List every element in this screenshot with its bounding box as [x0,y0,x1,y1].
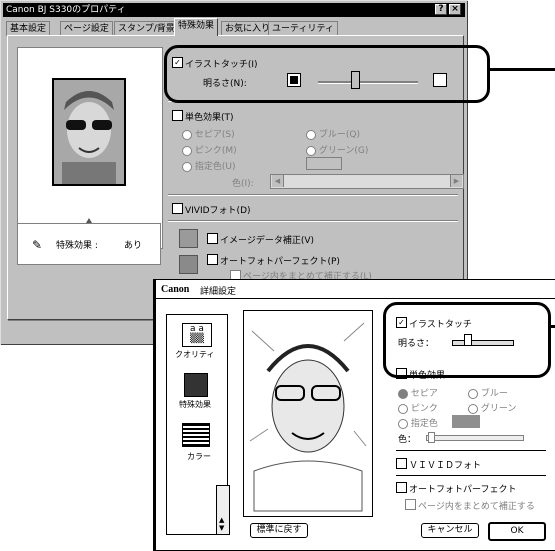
image-data-checkbox[interactable] [207,233,218,244]
vivid-checkbox[interactable] [172,203,183,214]
tab-effects[interactable]: 特殊効果 [174,18,219,36]
dialog-preview [243,310,373,517]
window-title: Canon BJ S330のプロパティ [6,5,126,15]
dlg-custom-swatch[interactable] [452,415,480,428]
callout-line-top [487,68,555,71]
image-correction-icon [179,229,198,248]
scroll-up-icon[interactable]: ▲ [219,516,224,524]
tab-basic[interactable]: 基本設定 [6,21,51,36]
radio-custom[interactable]: 指定色(U) [182,159,236,172]
dlg-radio-green[interactable]: グリーン [468,401,516,414]
tab-page[interactable]: ページ設定 [60,21,113,36]
custom-color-swatch[interactable] [306,157,342,170]
radio-icon [182,161,192,172]
radio-pink[interactable]: ピンク(M) [182,143,237,156]
vivid-label: VIVIDフォト(D) [185,206,251,216]
scroll-right-icon[interactable]: ▶ [450,175,462,187]
tab-favorites[interactable]: お気に入り [221,21,275,36]
dlg-color-label: 色： [398,435,417,445]
radio-green[interactable]: グリーン(G) [306,143,368,156]
radio-icon [468,403,478,414]
sidebar-item-effects[interactable]: 特殊効果 [179,399,211,410]
cancel-button[interactable]: キャンセル [421,523,479,538]
quality-icon[interactable]: a a ▒▒ [182,323,212,347]
scroll-down-icon[interactable]: ▼ [219,524,224,532]
dlg-separator [396,450,546,451]
dlg-radio-custom-label: 指定色 [410,419,438,429]
radio-pink-label: ピンク(M) [194,146,237,156]
sketch-photo-image [248,315,368,512]
dlg-radio-pink-label: ピンク [410,404,438,414]
dlg-page-correct-checkbox[interactable] [405,499,416,510]
canon-logo: Canon [161,284,190,295]
dlg-radio-pink[interactable]: ピンク [398,401,438,414]
info-value: あり [124,241,143,251]
auto-photo-icon [179,255,198,274]
radio-icon [182,129,192,140]
dlg-radio-custom[interactable]: 指定色 [398,416,438,429]
auto-photo-checkbox[interactable] [207,254,218,265]
preview-photo [52,78,126,186]
radio-icon [398,418,408,429]
dlg-vivid-label: ＶＩＶＩＤフォト [409,461,482,471]
help-button[interactable]: ? [435,4,447,15]
dlg-radio-blue-label: ブルー [480,389,508,399]
dlg-auto-photo-checkbox[interactable] [396,482,407,493]
callout-frame-bottom [383,302,551,378]
auto-photo-label: オートフォトパーフェクト(P) [220,257,340,267]
mono-effect-checkbox[interactable] [172,110,183,121]
close-button[interactable]: × [449,4,461,15]
radio-blue[interactable]: ブルー(Q) [306,127,360,140]
info-label: 特殊効果 : [56,241,98,251]
dlg-radio-sepia[interactable]: セピア [398,386,438,399]
dlg-radio-blue[interactable]: ブルー [468,386,508,399]
color-icon[interactable] [182,423,210,447]
color-label: 色(I): [232,179,254,189]
dlg-page-correct-label: ページ内をまとめて補正する [418,502,535,512]
radio-sepia-label: セピア(S) [194,130,235,140]
dlg-auto-photo-label: オートフォトパーフェクト [409,485,517,495]
sidebar-item-color[interactable]: カラー [187,451,211,462]
mono-effect-label: 単色効果(T) [185,113,234,123]
radio-icon [468,388,478,399]
print-preview [17,47,163,249]
tab-utility[interactable]: ユーティリティ [268,21,338,36]
radio-sepia[interactable]: セピア(S) [182,127,235,140]
ok-button[interactable]: OK [488,522,546,541]
scroll-left-icon[interactable]: ◀ [272,175,284,187]
separator [168,220,458,222]
radio-green-label: グリーン(G) [318,146,369,156]
dlg-vivid-checkbox[interactable] [396,458,407,469]
radio-icon [306,129,316,140]
dlg-radio-green-label: グリーン [480,404,517,414]
callout-line-bottom [548,325,555,328]
sidebar-item-quality[interactable]: クオリティ [175,349,215,360]
info-box: ✎ 特殊効果 : あり [17,223,161,265]
effects-icon[interactable] [184,373,208,397]
radio-selected-icon [398,388,408,399]
tab-stamp[interactable]: スタンプ/背景 [114,21,179,36]
radio-icon [398,403,408,414]
dlg-separator [396,475,546,476]
sidebar-scrollbar[interactable]: ▲ ▼ [216,485,230,535]
separator [168,194,458,196]
brush-icon: ✎ [32,238,43,252]
radio-custom-label: 指定色(U) [194,162,236,172]
callout-frame-top [164,45,490,103]
reset-button[interactable]: 標準に戻す [250,523,308,538]
dlg-color-thumb[interactable] [428,432,435,443]
color-scrollbar[interactable]: ◀ ▶ [270,174,464,189]
radio-icon [306,145,316,156]
dlg-color-slider[interactable] [426,435,524,441]
title-divider [156,298,555,299]
radio-icon [182,145,192,156]
dlg-radio-sepia-label: セピア [410,389,438,399]
radio-blue-label: ブルー(Q) [318,130,360,140]
boy-photo-image [54,80,124,184]
dialog-title: 詳細設定 [200,287,237,297]
image-data-label: イメージデータ補正(V) [220,236,314,246]
title-bar: Canon BJ S330のプロパティ ? × [3,3,465,17]
